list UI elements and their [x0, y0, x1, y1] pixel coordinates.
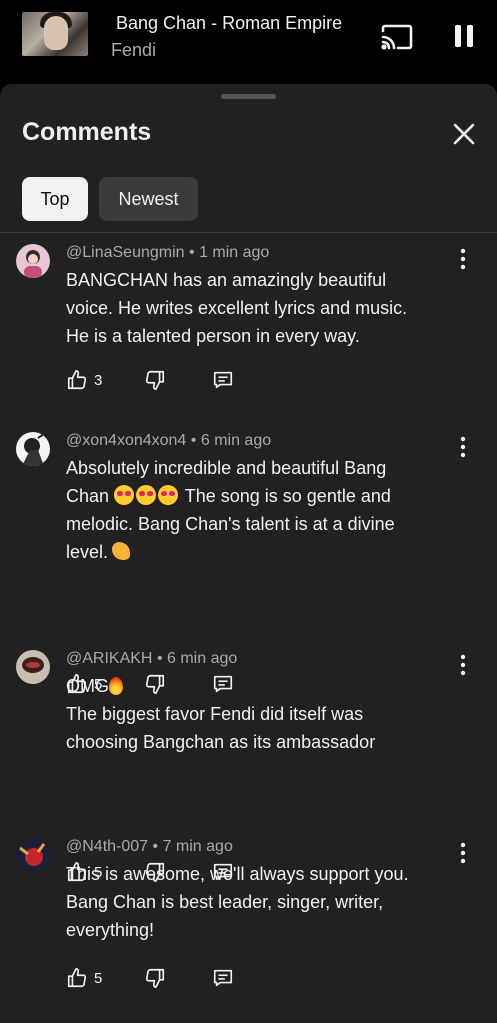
meta-separator: •	[152, 838, 159, 855]
close-icon[interactable]	[450, 120, 478, 148]
comment-actions: 3	[66, 366, 266, 394]
comment-text: This is awesome, we'll always support yo…	[66, 860, 446, 944]
comment-line: Absolutely incredible and beautiful Bang	[66, 458, 387, 478]
reply-button[interactable]	[212, 964, 234, 992]
dislike-button[interactable]	[144, 366, 166, 394]
cast-icon[interactable]	[380, 24, 414, 50]
pause-icon[interactable]	[450, 22, 478, 50]
like-button[interactable]: 3	[66, 366, 102, 394]
sheet-title: Comments	[22, 118, 152, 146]
heart-eyes-emoji-icon	[158, 485, 179, 505]
chip-top[interactable]: Top	[22, 177, 88, 221]
avatar[interactable]	[16, 838, 50, 872]
mini-player[interactable]: Bang Chan - Roman Empire Fendi	[0, 0, 497, 84]
comment-author[interactable]: @xon4xon4xon4	[66, 432, 186, 449]
mini-player-title[interactable]: Bang Chan - Roman Empire	[116, 13, 342, 34]
comment-fragment: OMG	[66, 676, 109, 696]
flexed-biceps-emoji-icon	[112, 542, 131, 560]
comment-time: 6 min ago	[200, 432, 272, 449]
comment-meta: @ARIKAKH • 6 min ago	[66, 650, 237, 668]
comment-line: choosing Bangchan as its ambassador	[66, 732, 376, 752]
meta-separator: •	[156, 650, 163, 667]
thumbs-down-icon	[145, 370, 165, 390]
comment-author[interactable]: @N4th-007	[66, 838, 148, 855]
thumbs-down-icon	[145, 968, 165, 988]
comment-text: OMG The biggest favor Fendi did itself w…	[66, 672, 446, 756]
divider	[0, 232, 497, 233]
more-options-icon[interactable]	[455, 436, 471, 458]
mini-player-channel[interactable]: Fendi	[111, 40, 156, 61]
avatar[interactable]	[16, 650, 50, 684]
comment-fragment: Chan	[66, 486, 110, 506]
comment-text: Absolutely incredible and beautiful Bang…	[66, 454, 446, 566]
thumbs-up-icon	[67, 968, 87, 988]
more-options-icon[interactable]	[455, 248, 471, 270]
chip-newest[interactable]: Newest	[99, 177, 198, 221]
comment-line: Chan The song is so gentle and	[66, 482, 446, 510]
reply-icon	[213, 969, 233, 987]
comment-line: voice. He writes excellent lyrics and mu…	[66, 298, 408, 318]
comment-meta: @LinaSeungmin • 1 min ago	[66, 244, 269, 262]
avatar[interactable]	[16, 244, 50, 278]
comment-actions: 5	[66, 964, 266, 992]
comment-line: melodic. Bang Chan's talent is at a divi…	[66, 514, 395, 534]
more-options-icon[interactable]	[455, 654, 471, 676]
like-button[interactable]: 5	[66, 964, 102, 992]
drag-handle[interactable]	[221, 94, 276, 99]
comment-line: He is a talented person in every way.	[66, 326, 360, 346]
comment-meta: @xon4xon4xon4 • 6 min ago	[66, 432, 271, 450]
comment-line: BANGCHAN has an amazingly beautiful	[66, 270, 387, 290]
like-count: 5	[94, 969, 103, 987]
reply-icon	[213, 371, 233, 389]
meta-separator: •	[190, 432, 197, 449]
video-thumbnail[interactable]	[22, 12, 88, 56]
comment-line: level.	[66, 538, 446, 566]
comment-author[interactable]: @ARIKAKH	[66, 650, 152, 667]
comments-sheet: Comments Top Newest @LinaSeungmin • 1 mi…	[0, 84, 497, 1023]
meta-separator: •	[189, 244, 195, 261]
thumbs-up-icon	[67, 370, 87, 390]
comment-fragment: The song is so gentle and	[184, 486, 391, 506]
comment-time: 7 min ago	[162, 838, 233, 855]
comment-text: BANGCHAN has an amazingly beautiful voic…	[66, 266, 446, 350]
more-options-icon[interactable]	[455, 842, 471, 864]
like-count: 3	[94, 371, 103, 389]
avatar[interactable]	[16, 432, 50, 466]
comment-fragment: level.	[66, 542, 109, 562]
heart-eyes-emoji-icon	[136, 485, 157, 505]
comment-time: 1 min ago	[199, 244, 270, 261]
comment-time: 6 min ago	[167, 650, 238, 667]
thumbnail-face	[44, 16, 68, 50]
dislike-button[interactable]	[144, 964, 166, 992]
comment-line: everything!	[66, 920, 155, 940]
comment-line: The biggest favor Fendi did itself was	[66, 704, 364, 724]
comment-line: This is awesome, we'll always support yo…	[66, 864, 409, 884]
heart-eyes-emoji-icon	[114, 485, 135, 505]
comment-meta: @N4th-007 • 7 min ago	[66, 838, 233, 856]
comment-author[interactable]: @LinaSeungmin	[66, 244, 185, 261]
comment-line: Bang Chan is best leader, singer, writer…	[66, 892, 384, 912]
reply-button[interactable]	[212, 366, 234, 394]
fire-emoji-icon	[109, 677, 123, 695]
comment-line: OMG	[66, 672, 446, 700]
